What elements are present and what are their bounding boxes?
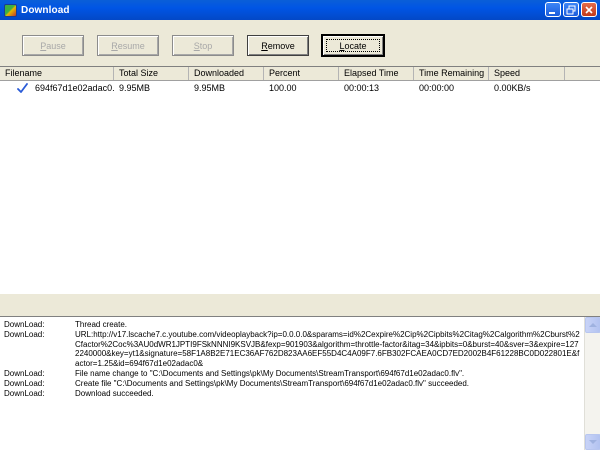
cell-downloaded: 9.95MB (194, 83, 226, 93)
log-entry: DownLoad: Download succeeded. (4, 389, 582, 399)
close-icon (585, 5, 593, 14)
app-icon (4, 3, 17, 17)
log-source: DownLoad: (4, 329, 45, 339)
cell-filename: 694f67d1e02adac0... (35, 83, 114, 93)
log-lines: DownLoad: Thread create. DownLoad: URL:h… (4, 320, 582, 398)
chevron-up-icon (589, 323, 597, 327)
column-header-speed[interactable]: Speed (489, 67, 565, 80)
cell-speed: 0.00KB/s (494, 83, 531, 93)
column-header-downloaded[interactable]: Downloaded (189, 67, 264, 80)
download-list[interactable]: Filename Total Size Downloaded Percent E… (0, 66, 600, 294)
resume-button-label: Resume (111, 40, 145, 51)
splitter[interactable] (0, 294, 600, 316)
column-header-filename[interactable]: Filename (0, 67, 114, 80)
log-source: DownLoad: (4, 368, 45, 378)
scroll-down-button[interactable] (585, 434, 600, 450)
log-message: File name change to "C:\Documents and Se… (75, 368, 465, 378)
window-title: Download (21, 4, 70, 16)
locate-button-label: Locate (339, 40, 367, 51)
column-header-total-size[interactable]: Total Size (114, 67, 189, 80)
log-message: Thread create. (75, 320, 128, 329)
chevron-down-icon (589, 440, 597, 444)
log-source: DownLoad: (4, 378, 45, 388)
table-row[interactable]: 694f67d1e02adac0... 9.95MB 9.95MB 100.00… (0, 82, 600, 95)
column-header-elapsed-time[interactable]: Elapsed Time (339, 67, 414, 80)
cell-total-size: 9.95MB (119, 83, 151, 93)
log-message: URL:http://v17.lscache7.c.youtube.com/vi… (75, 329, 580, 369)
toolbar: Pause Resume Stop Remove Locate (0, 20, 600, 66)
resume-button[interactable]: Resume (97, 35, 159, 56)
log-message: Create file "C:\Documents and Settings\p… (75, 378, 470, 388)
log-entry: DownLoad: Thread create. (4, 320, 582, 330)
log-entry: DownLoad: File name change to "C:\Docume… (4, 369, 582, 379)
stop-button-label: Stop (193, 40, 213, 51)
restore-button[interactable] (563, 2, 579, 17)
log-source: DownLoad: (4, 388, 45, 398)
log-source: DownLoad: (4, 320, 45, 329)
locate-button[interactable]: Locate (321, 34, 385, 57)
log-entry: DownLoad: Create file "C:\Documents and … (4, 379, 582, 389)
minimize-button[interactable] (545, 2, 561, 17)
log-panel[interactable]: DownLoad: Thread create. DownLoad: URL:h… (0, 316, 600, 450)
column-header-percent[interactable]: Percent (264, 67, 339, 80)
cell-time-remaining: 00:00:00 (419, 83, 455, 93)
log-entry: DownLoad: URL:http://v17.lscache7.c.yout… (4, 330, 582, 369)
pause-button[interactable]: Pause (22, 35, 84, 56)
remove-button[interactable]: Remove (247, 35, 309, 56)
column-header-time-remaining[interactable]: Time Remaining (414, 67, 489, 80)
window-controls (545, 2, 597, 17)
restore-icon (566, 5, 576, 14)
cell-elapsed-time: 00:00:13 (344, 83, 380, 93)
minimize-icon (549, 11, 555, 14)
stop-button[interactable]: Stop (172, 35, 234, 56)
title-bar[interactable]: Download (0, 0, 600, 20)
close-button[interactable] (581, 2, 597, 17)
cell-percent: 100.00 (269, 83, 297, 93)
log-scrollbar[interactable] (584, 317, 600, 450)
scroll-up-button[interactable] (585, 317, 600, 333)
list-header: Filename Total Size Downloaded Percent E… (0, 67, 600, 81)
pause-button-label: Pause (40, 40, 66, 51)
log-message: Download succeeded. (75, 388, 154, 398)
check-icon (17, 83, 28, 93)
remove-button-label: Remove (261, 40, 295, 51)
